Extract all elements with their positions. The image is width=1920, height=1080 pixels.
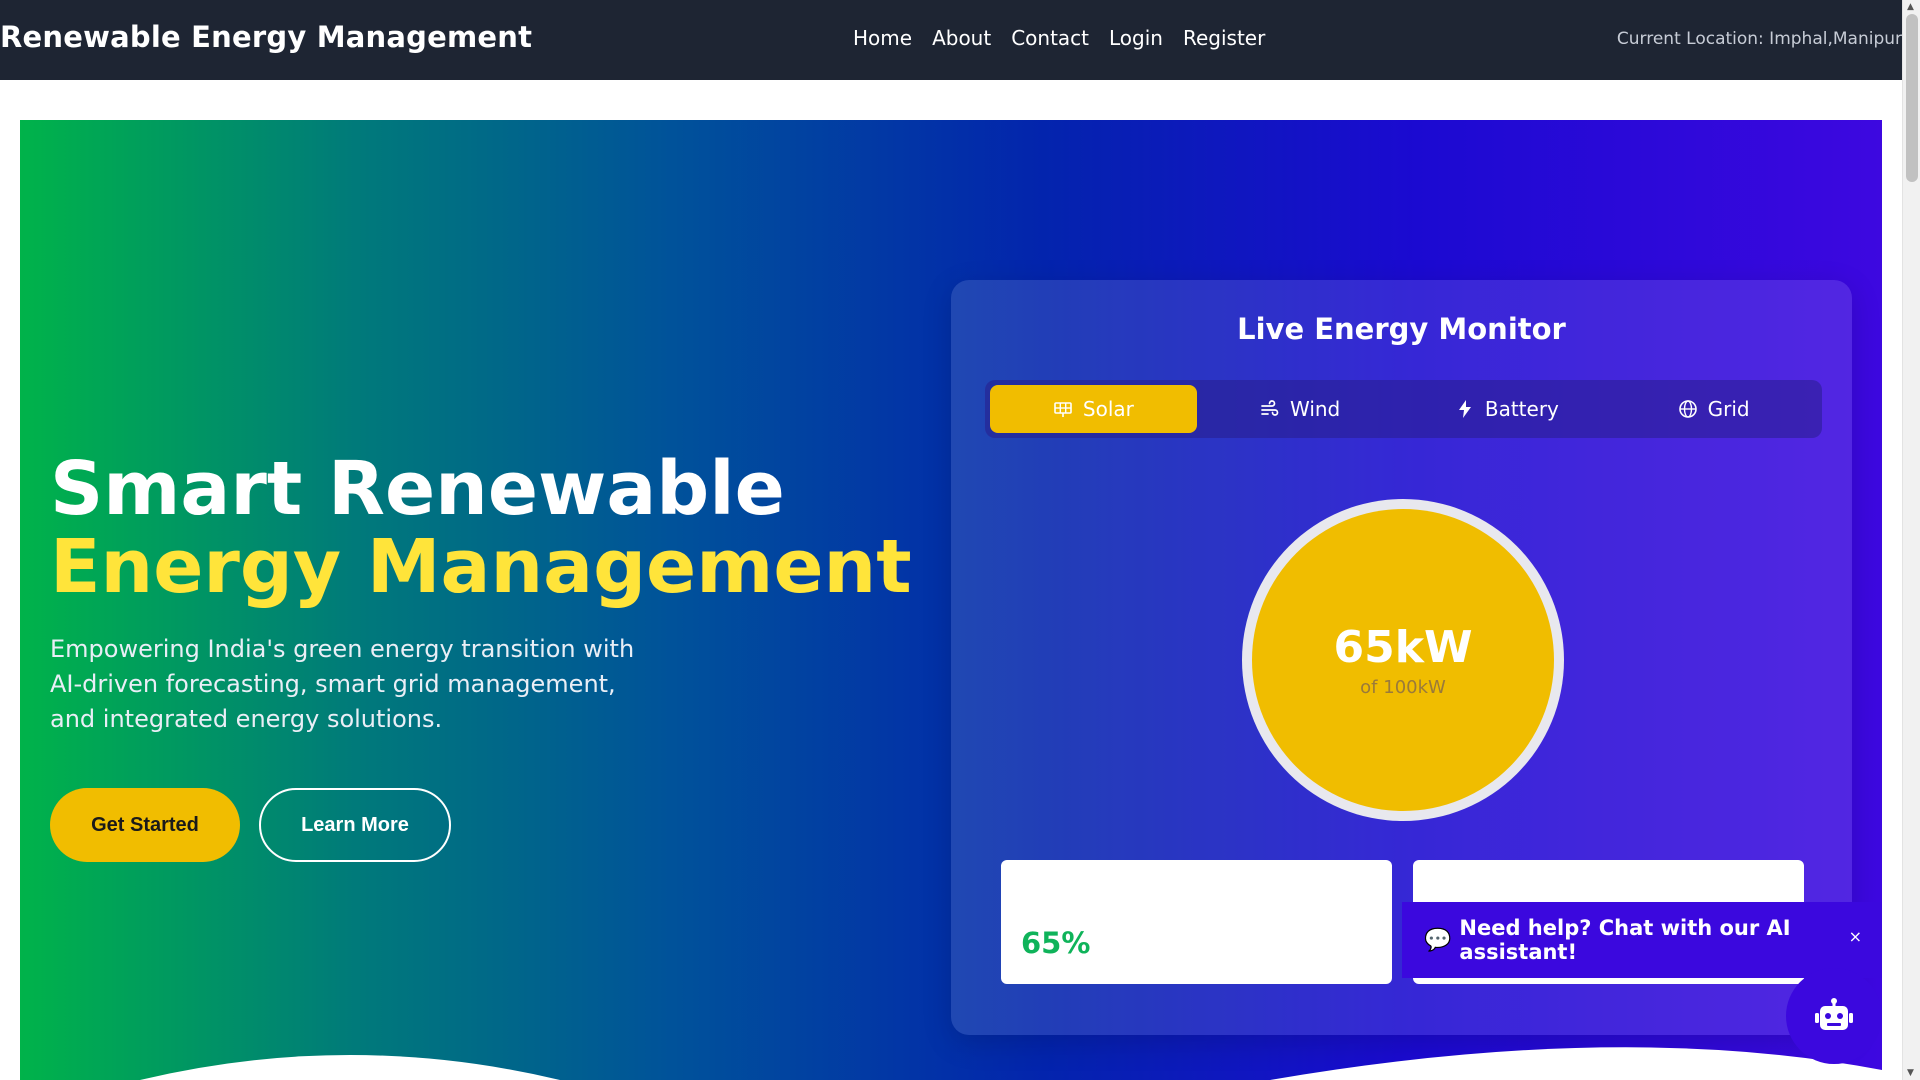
tab-battery-label: Battery xyxy=(1484,397,1559,421)
tab-solar[interactable]: Solar xyxy=(990,385,1197,433)
wind-icon xyxy=(1261,400,1279,416)
chat-close-icon[interactable]: × xyxy=(1849,927,1862,946)
gauge-fill: 65kW of 100kW xyxy=(1252,509,1554,811)
hero-title-line2: Energy Management xyxy=(50,524,912,610)
robot-icon xyxy=(1815,998,1853,1030)
gauge-capacity: of 100kW xyxy=(1360,676,1446,698)
hero-title: Smart Renewable Energy Management xyxy=(50,450,912,606)
efficiency-value: 65% xyxy=(1021,926,1091,960)
chatbot-button[interactable] xyxy=(1786,968,1882,1064)
tab-grid[interactable]: Grid xyxy=(1610,385,1817,433)
energy-source-tabs: Solar Wind Battery Grid xyxy=(985,380,1822,438)
page-scrollbar[interactable]: ▲ ▼ xyxy=(1902,0,1920,1080)
nav-login-link[interactable]: Login xyxy=(1109,26,1163,50)
learn-more-button[interactable]: Learn More xyxy=(259,788,451,862)
hero-wave-divider xyxy=(140,1047,1882,1080)
nav-register-link[interactable]: Register xyxy=(1183,26,1265,50)
scrollbar-thumb[interactable] xyxy=(1906,14,1918,182)
bolt-icon xyxy=(1458,400,1471,418)
tab-wind-label: Wind xyxy=(1289,397,1341,421)
chat-banner-text: Need help? Chat with our AI assistant! xyxy=(1459,916,1791,964)
hero-title-line1: Smart Renewable xyxy=(50,446,785,532)
brand-title[interactable]: Renewable Energy Management xyxy=(0,20,532,54)
tab-battery[interactable]: Battery xyxy=(1404,385,1611,433)
tab-solar-label: Solar xyxy=(1082,397,1134,421)
chat-help-banner[interactable]: 💬 Need help? Chat with our AI assistant!… xyxy=(1402,902,1882,978)
nav-about-link[interactable]: About xyxy=(932,26,991,50)
globe-icon xyxy=(1678,400,1697,418)
energy-gauge: 65kW of 100kW xyxy=(1242,499,1564,821)
solar-panel-icon xyxy=(1054,402,1072,417)
tab-wind[interactable]: Wind xyxy=(1197,385,1404,433)
hero-description: Empowering India's green energy transiti… xyxy=(50,635,635,733)
tab-grid-label: Grid xyxy=(1707,397,1750,421)
chat-bubble-icon: 💬 xyxy=(1424,927,1452,953)
current-location: Current Location: Imphal,Manipur xyxy=(1616,29,1902,49)
efficiency-card: 65% xyxy=(1001,860,1392,984)
nav-home-link[interactable]: Home xyxy=(853,26,912,50)
nav-contact-link[interactable]: Contact xyxy=(1011,26,1089,50)
scroll-down-icon[interactable]: ▼ xyxy=(1907,1068,1914,1078)
get-started-button[interactable]: Get Started xyxy=(50,788,240,862)
monitor-title: Live Energy Monitor xyxy=(1237,312,1566,346)
gauge-value: 65kW xyxy=(1333,621,1473,673)
scroll-up-icon[interactable]: ▲ xyxy=(1907,2,1914,12)
nav-links: Home About Contact Login Register xyxy=(853,26,1265,50)
top-navbar: Renewable Energy Management Home About C… xyxy=(0,0,1902,80)
